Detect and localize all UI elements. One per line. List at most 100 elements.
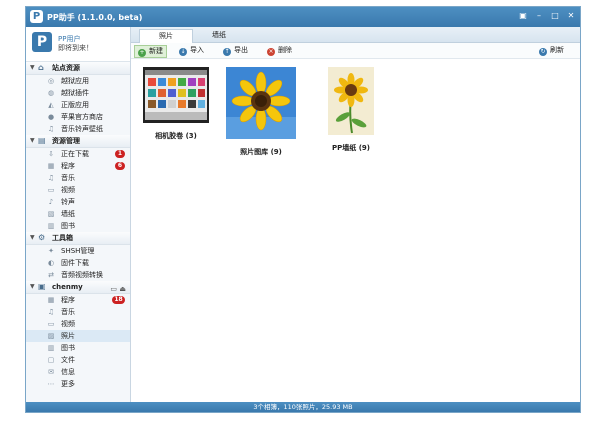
sidebar-item-label: 音乐 (61, 174, 75, 182)
album-photo-library[interactable]: 照片图库 (9) (216, 67, 306, 157)
sidebar-item[interactable]: ▭ 视频 (26, 318, 130, 330)
camera-roll-thumbnail (143, 67, 209, 123)
delete-icon: × (267, 48, 275, 56)
book-icon: ▥ (47, 344, 55, 352)
sidebar-item-label: 信息 (61, 368, 75, 376)
tab-bar: 照片 墙纸 (131, 27, 580, 43)
sidebar-item[interactable]: ▢ 文件 (26, 354, 130, 366)
sidebar-item-label: 越狱应用 (61, 77, 89, 85)
avatar: P (32, 32, 52, 52)
sidebar-item[interactable]: ◍ 越狱插件 (26, 87, 130, 99)
sidebar-item[interactable]: ◎ 越狱应用 (26, 75, 130, 87)
collapse-arrow-icon[interactable]: ▼ (30, 281, 35, 293)
ringtone-icon: ♪ (48, 198, 54, 206)
sidebar-item[interactable]: ⇄ 音频视频转换 (26, 269, 130, 281)
sidebar-item-label: 正版应用 (61, 101, 89, 109)
sidebar-item[interactable]: ⋯ 更多 (26, 378, 130, 390)
sidebar-item[interactable]: ▨ 照片 (26, 330, 130, 342)
delete-button[interactable]: × 删除 (267, 45, 292, 56)
sidebar-item[interactable]: ♫ 音乐铃声壁纸 (26, 123, 130, 135)
close-button[interactable]: ✕ (564, 10, 578, 22)
sidebar-item-label: 铃声 (61, 198, 75, 206)
import-button[interactable]: ↓ 导入 (179, 45, 204, 56)
app-window: P PP助手 (1.1.0.0, beta) ▣ – □ ✕ P PP用户 即将… (25, 6, 581, 413)
minimize-button[interactable]: – (532, 10, 546, 22)
apple-icon: ● (47, 113, 55, 121)
sidebar-group-header[interactable]: ▼ ⌂ 站点资源 (26, 62, 130, 75)
refresh-button[interactable]: ↻ 刷新 (539, 45, 564, 56)
maximize-button[interactable]: □ (548, 10, 562, 22)
download-icon: ⇩ (48, 150, 54, 158)
toolbox-icon: ⚙ (38, 233, 46, 242)
sidebar-item[interactable]: ▦ 程序 6 (26, 160, 130, 172)
sidebar-group-label: chenmy (52, 283, 83, 291)
count-badge: 18 (112, 296, 125, 304)
sidebar-nav: ▼ ⌂ 站点资源 ◎ 越狱应用 ◍ 越狱插件 ◭ 正版应用 ● 苹果官方商店 ♫ 音乐铃声壁纸 ▼ ▤ 资源管… (26, 62, 130, 390)
sidebar-group-header[interactable]: ▼ ⚙ 工具箱 (26, 232, 130, 245)
sidebar-item[interactable]: ✦ SHSH管理 (26, 245, 130, 257)
sidebar-item-label: SHSH管理 (61, 247, 95, 255)
sidebar-item-label: 固件下载 (61, 259, 89, 267)
sidebar-item[interactable]: ♫ 音乐 (26, 172, 130, 184)
pp-wallpaper-thumbnail (328, 67, 374, 135)
sidebar-item[interactable]: ▧ 墙纸 (26, 208, 130, 220)
device-icon: ▣ (38, 282, 46, 291)
user-welcome: 即将到来！ (58, 44, 93, 52)
music-icon: ♫ (47, 174, 55, 182)
count-badge: 1 (115, 150, 125, 158)
export-button[interactable]: ↑ 导出 (223, 45, 248, 56)
sidebar-item-label: 音乐铃声壁纸 (61, 125, 103, 133)
collapse-arrow-icon[interactable]: ▼ (30, 232, 35, 244)
sidebar-item[interactable]: ⇩ 正在下载 1 (26, 148, 130, 160)
file-icon: ▢ (47, 356, 55, 364)
sidebar-item[interactable]: ▥ 图书 (26, 220, 130, 232)
collapse-arrow-icon[interactable]: ▼ (30, 135, 35, 147)
collapse-arrow-icon[interactable]: ▼ (30, 62, 35, 74)
message-icon: ✉ (48, 368, 54, 376)
album-pp-wallpaper[interactable]: PP墙纸 (9) (306, 67, 396, 153)
title-bar[interactable]: P PP助手 (1.1.0.0, beta) ▣ – □ ✕ (26, 7, 580, 27)
sidebar-item-label: 音频视频转换 (61, 271, 103, 279)
sidebar-item-label: 墙纸 (61, 210, 75, 218)
album-label: PP墙纸 (9) (332, 144, 370, 152)
sidebar-group-label: 工具箱 (52, 234, 73, 242)
plugin-icon: ◍ (47, 89, 55, 97)
sidebar-item[interactable]: ◭ 正版应用 (26, 99, 130, 111)
music-icon: ♫ (47, 125, 55, 133)
sidebar-item-label: 正在下载 (61, 150, 89, 158)
sidebar-item-label: 越狱插件 (61, 89, 89, 97)
sidebar-item-label: 音乐 (61, 308, 75, 316)
app-icon: ◎ (47, 77, 55, 85)
firmware-icon: ◐ (47, 259, 55, 267)
user-panel[interactable]: P PP用户 即将到来！ (26, 27, 130, 62)
sidebar-group-label: 资源管理 (52, 137, 80, 145)
tab-photos[interactable]: 照片 (139, 29, 193, 43)
home-icon: ⌂ (38, 63, 44, 72)
export-label: 导出 (234, 46, 248, 54)
sidebar-item[interactable]: ♪ 铃声 (26, 196, 130, 208)
sidebar-item[interactable]: ▦ 程序 18 (26, 294, 130, 306)
sidebar-item-label: 视频 (61, 320, 75, 328)
sidebar-group-header[interactable]: ▼ ▤ 资源管理 (26, 135, 130, 148)
sidebar-item[interactable]: ● 苹果官方商店 (26, 111, 130, 123)
sidebar-item[interactable]: ♫ 音乐 (26, 306, 130, 318)
sidebar-group-header[interactable]: ▼ ▣ chenmy ▭ ⏏ (26, 281, 130, 294)
import-label: 导入 (190, 46, 204, 54)
sidebar-item[interactable]: ✉ 信息 (26, 366, 130, 378)
sidebar: P PP用户 即将到来！ ▼ ⌂ 站点资源 ◎ 越狱应用 ◍ 越狱插件 ◭ 正版应用 ● 苹果官方商… (26, 27, 131, 402)
album-label: 相机胶卷 (3) (155, 132, 197, 140)
sidebar-item[interactable]: ▭ 视频 (26, 184, 130, 196)
sidebar-item-label: 文件 (61, 356, 75, 364)
folder-icon: ▤ (38, 136, 46, 145)
tab-wallpaper[interactable]: 墙纸 (193, 29, 245, 42)
skin-button[interactable]: ▣ (516, 10, 530, 22)
new-button[interactable]: + 新建 (134, 45, 167, 58)
status-bar: 3个相簿，110张照片，25.93 MB (26, 402, 580, 412)
sidebar-item-label: 图书 (61, 344, 75, 352)
book-icon: ▥ (47, 222, 55, 230)
wallpaper-icon: ▧ (47, 210, 55, 218)
album-camera-roll[interactable]: 相机胶卷 (3) (131, 67, 221, 141)
sidebar-item[interactable]: ◐ 固件下载 (26, 257, 130, 269)
video-icon: ▭ (47, 320, 55, 328)
sidebar-item[interactable]: ▥ 图书 (26, 342, 130, 354)
